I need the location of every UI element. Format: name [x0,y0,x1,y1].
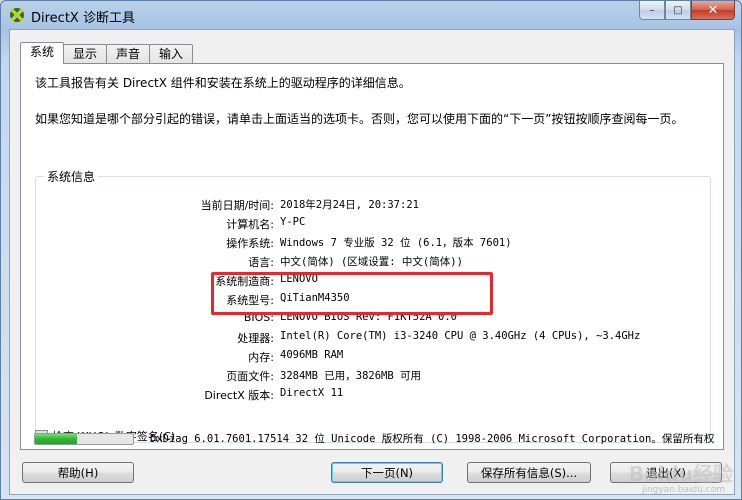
tab-panel-system: 该工具报告有关 DirectX 组件和安装在系统上的驱动程序的详细信息。 如果您… [20,63,724,450]
info-label: 页面文件: [226,370,274,383]
info-row-page-file: 页面文件: 3284MB 已用，3826MB 可用 [36,368,696,386]
group-title: 系统信息 [44,168,99,185]
info-row-computer-name: 计算机名: Y-PC [36,216,696,234]
info-label: 语言: [248,256,274,269]
status-row: DxDiag 6.01.7601.17514 32 位 Unicode 版权所有… [34,430,724,448]
info-row-memory: 内存: 4096MB RAM [36,349,696,367]
tab-sound[interactable]: 声音 [106,44,151,64]
close-button[interactable]: ✕ [691,1,735,20]
intro-instructions: 如果您知道是哪个部分引起的错误，请单击上面适当的选项卡。否则，您可以使用下面的“… [35,112,684,126]
client-area: 系统 显示 声音 输入 该工具报告有关 DirectX 组件和安装在系统上的驱动… [9,29,735,495]
info-value: Windows 7 专业版 32 位 (6.1，版本 7601) [280,237,512,249]
directx-icon [10,8,24,22]
info-value: Y-PC [280,216,306,228]
info-value: 3284MB 已用，3826MB 可用 [280,370,422,382]
system-info-group: 系统信息 当前日期/时间: 2018年2月24日, 20:37:21 计算机名:… [35,168,711,443]
maximize-button[interactable]: □ [665,1,691,20]
info-label: 内存: [248,351,274,364]
progress-bar [34,433,134,445]
dxdiag-window: DirectX 诊断工具 – □ ✕ 系统 显示 声音 输入 该工具报告有关 D… [0,0,742,500]
info-row-directx-version: DirectX 版本: DirectX 11 [36,387,696,405]
info-value: 中文(简体) (区域设置: 中文(简体)) [280,256,463,268]
copyright-text: DxDiag 6.01.7601.17514 32 位 Unicode 版权所有… [150,433,715,445]
info-value: 4096MB RAM [280,349,344,361]
info-value: 2018年2月24日, 20:37:21 [280,199,419,211]
intro-text: 该工具报告有关 DirectX 组件和安装在系统上的驱动程序的详细信息。 [35,76,411,90]
info-label: 当前日期/时间: [200,199,274,212]
tab-strip: 系统 显示 声音 输入 [20,42,194,64]
exit-button[interactable]: 退出(X) [610,462,722,483]
info-row-datetime: 当前日期/时间: 2018年2月24日, 20:37:21 [36,197,696,215]
info-label: DirectX 版本: [204,389,274,402]
info-row-os: 操作系统: Windows 7 专业版 32 位 (6.1，版本 7601) [36,235,696,253]
info-value: DirectX 11 [280,387,344,399]
progress-fill [35,434,78,444]
caption-buttons: – □ ✕ [639,1,735,21]
info-row-processor: 处理器: Intel(R) Core(TM) i3-3240 CPU @ 3.4… [36,330,696,348]
info-label: 操作系统: [226,237,274,250]
window-title: DirectX 诊断工具 [31,11,135,26]
minimize-button[interactable]: – [639,1,665,20]
help-button[interactable]: 帮助(H) [22,462,134,483]
tab-system[interactable]: 系统 [20,42,65,64]
next-page-button[interactable]: 下一页(N) [331,462,443,483]
save-all-info-button[interactable]: 保存所有信息(S)... [467,462,591,483]
tab-display[interactable]: 显示 [63,44,108,64]
info-label: 计算机名: [226,218,274,231]
red-highlight-box [211,272,493,315]
info-value: Intel(R) Core(TM) i3-3240 CPU @ 3.40GHz … [280,330,641,342]
info-label: 处理器: [237,332,274,345]
info-row-language: 语言: 中文(简体) (区域设置: 中文(简体)) [36,254,696,272]
tab-input[interactable]: 输入 [149,44,194,64]
title-bar[interactable]: DirectX 诊断工具 – □ ✕ [1,1,741,29]
